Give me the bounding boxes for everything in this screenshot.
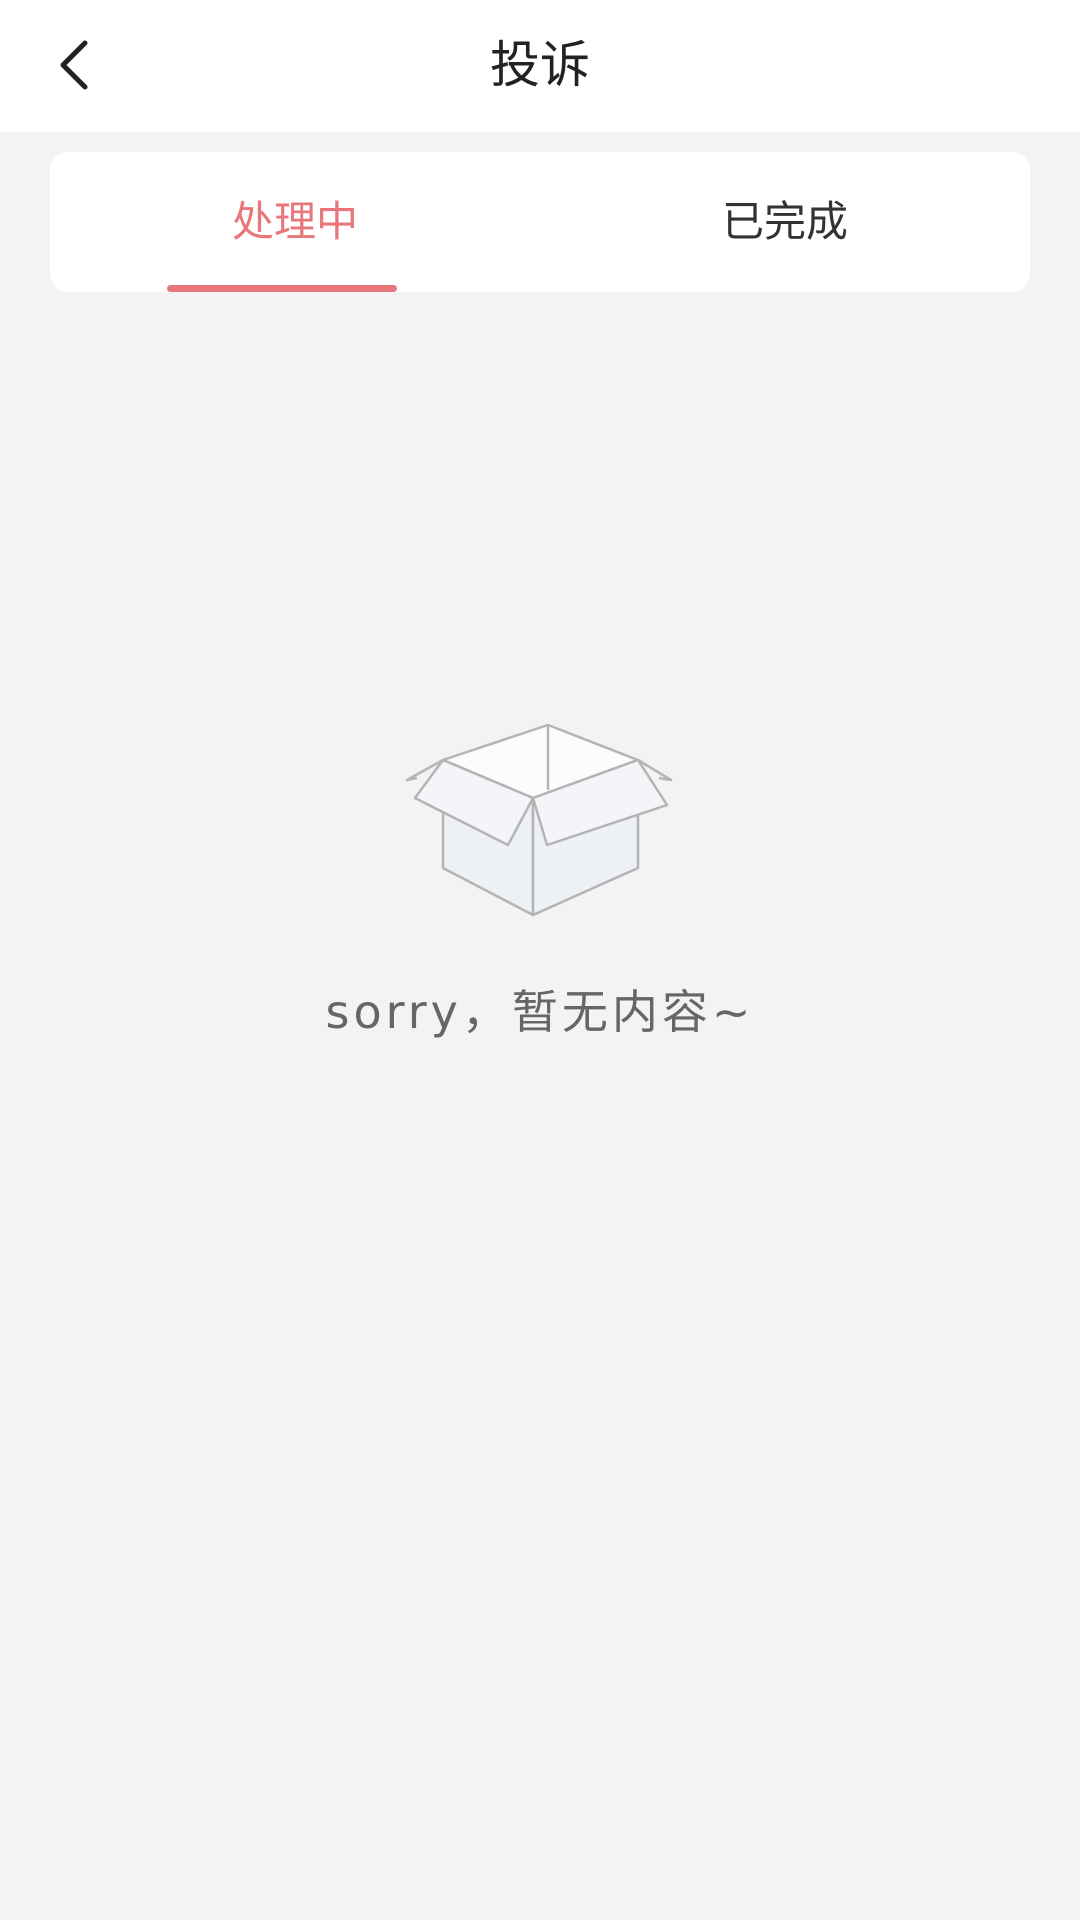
empty-state-message: sorry，暂无内容~ (325, 985, 755, 1039)
page-title: 投诉 (490, 36, 590, 94)
header-bar: 投诉 (0, 0, 1080, 132)
tab-processing-label: 处理中 (231, 197, 358, 246)
active-tab-indicator (167, 285, 397, 292)
tab-completed[interactable]: 已完成 (540, 152, 1030, 292)
empty-box-icon (405, 723, 673, 917)
tab-completed-label: 已完成 (721, 197, 848, 246)
tab-processing[interactable]: 处理中 (50, 152, 540, 292)
tab-bar: 处理中 已完成 (50, 152, 1030, 292)
